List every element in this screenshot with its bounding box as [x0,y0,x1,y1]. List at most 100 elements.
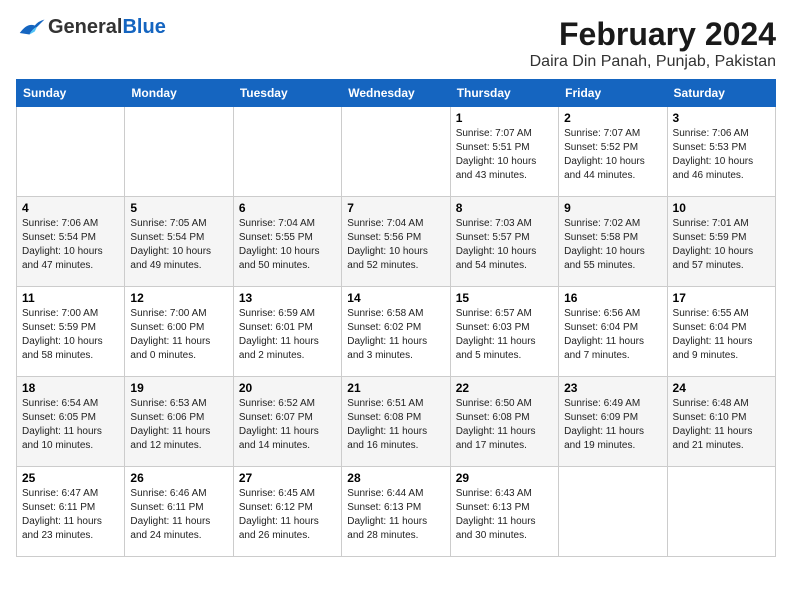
day-number: 11 [22,291,119,305]
calendar-table: SundayMondayTuesdayWednesdayThursdayFrid… [16,79,776,557]
calendar-day-cell: 13 Sunrise: 6:59 AM Sunset: 6:01 PM Dayli… [233,287,341,377]
title-block: February 2024 Daira Din Panah, Punjab, P… [530,16,776,71]
calendar-day-cell: 22Sunrise: 6:50 AM Sunset: 6:08 PM Dayli… [450,377,558,467]
day-info: Sunrise: 6:58 AM Sunset: 6:02 PM Dayligh… [347,307,444,363]
calendar-day-cell: 17 Sunrise: 6:55 AM Sunset: 6:04 PM Dayli… [667,287,775,377]
calendar-day-cell [233,107,341,197]
calendar-header-row: SundayMondayTuesdayWednesdayThursdayFrid… [17,80,776,107]
page-header: GeneralBlue February 2024 Daira Din Pana… [16,16,776,71]
day-number: 12 [130,291,227,305]
calendar-day-cell: 16Sunrise: 6:56 AM Sunset: 6:04 PM Dayli… [559,287,667,377]
day-number: 20 [239,381,336,395]
calendar-day-cell: 21 Sunrise: 6:51 AM Sunset: 6:08 PM Dayli… [342,377,450,467]
calendar-week-row: 25 Sunrise: 6:47 AM Sunset: 6:11 PM Dayli… [17,467,776,557]
calendar-day-cell: 2 Sunrise: 7:07 AM Sunset: 5:52 PM Daylig… [559,107,667,197]
day-number: 5 [130,201,227,215]
day-number: 15 [456,291,553,305]
day-info: Sunrise: 6:52 AM Sunset: 6:07 PM Dayligh… [239,397,336,453]
day-info: Sunrise: 6:55 AM Sunset: 6:04 PM Dayligh… [673,307,770,363]
calendar-week-row: 1 Sunrise: 7:07 AM Sunset: 5:51 PM Daylig… [17,107,776,197]
calendar-column-header: Sunday [17,80,125,107]
day-info: Sunrise: 6:49 AM Sunset: 6:09 PM Dayligh… [564,397,661,453]
day-number: 8 [456,201,553,215]
day-number: 7 [347,201,444,215]
calendar-week-row: 11 Sunrise: 7:00 AM Sunset: 5:59 PM Dayli… [17,287,776,377]
day-number: 22 [456,381,553,395]
day-info: Sunrise: 7:07 AM Sunset: 5:51 PM Dayligh… [456,127,553,183]
calendar-day-cell: 3 Sunrise: 7:06 AM Sunset: 5:53 PM Daylig… [667,107,775,197]
day-info: Sunrise: 6:51 AM Sunset: 6:08 PM Dayligh… [347,397,444,453]
day-info: Sunrise: 6:43 AM Sunset: 6:13 PM Dayligh… [456,487,553,543]
logo: GeneralBlue [16,16,166,38]
day-info: Sunrise: 7:03 AM Sunset: 5:57 PM Dayligh… [456,217,553,273]
calendar-day-cell: 27 Sunrise: 6:45 AM Sunset: 6:12 PM Dayli… [233,467,341,557]
calendar-day-cell [17,107,125,197]
day-number: 24 [673,381,770,395]
day-info: Sunrise: 7:06 AM Sunset: 5:54 PM Dayligh… [22,217,119,273]
calendar-day-cell: 5Sunrise: 7:05 AM Sunset: 5:54 PM Daylig… [125,197,233,287]
day-info: Sunrise: 6:48 AM Sunset: 6:10 PM Dayligh… [673,397,770,453]
day-number: 23 [564,381,661,395]
day-info: Sunrise: 7:01 AM Sunset: 5:59 PM Dayligh… [673,217,770,273]
calendar-week-row: 4Sunrise: 7:06 AM Sunset: 5:54 PM Daylig… [17,197,776,287]
day-number: 28 [347,471,444,485]
day-number: 9 [564,201,661,215]
day-info: Sunrise: 6:59 AM Sunset: 6:01 PM Dayligh… [239,307,336,363]
calendar-column-header: Friday [559,80,667,107]
day-number: 27 [239,471,336,485]
calendar-day-cell: 8 Sunrise: 7:03 AM Sunset: 5:57 PM Daylig… [450,197,558,287]
calendar-day-cell: 11 Sunrise: 7:00 AM Sunset: 5:59 PM Dayli… [17,287,125,377]
calendar-day-cell: 7 Sunrise: 7:04 AM Sunset: 5:56 PM Daylig… [342,197,450,287]
day-info: Sunrise: 6:46 AM Sunset: 6:11 PM Dayligh… [130,487,227,543]
day-number: 17 [673,291,770,305]
day-info: Sunrise: 6:47 AM Sunset: 6:11 PM Dayligh… [22,487,119,543]
day-number: 10 [673,201,770,215]
calendar-day-cell: 24 Sunrise: 6:48 AM Sunset: 6:10 PM Dayli… [667,377,775,467]
day-number: 18 [22,381,119,395]
calendar-day-cell [559,467,667,557]
calendar-day-cell: 19Sunrise: 6:53 AM Sunset: 6:06 PM Dayli… [125,377,233,467]
calendar-week-row: 18 Sunrise: 6:54 AM Sunset: 6:05 PM Dayli… [17,377,776,467]
calendar-column-header: Tuesday [233,80,341,107]
day-number: 26 [130,471,227,485]
day-info: Sunrise: 7:06 AM Sunset: 5:53 PM Dayligh… [673,127,770,183]
day-info: Sunrise: 7:04 AM Sunset: 5:56 PM Dayligh… [347,217,444,273]
day-info: Sunrise: 7:07 AM Sunset: 5:52 PM Dayligh… [564,127,661,183]
day-number: 2 [564,111,661,125]
day-number: 14 [347,291,444,305]
day-info: Sunrise: 7:04 AM Sunset: 5:55 PM Dayligh… [239,217,336,273]
day-info: Sunrise: 7:00 AM Sunset: 6:00 PM Dayligh… [130,307,227,363]
page-title: February 2024 [530,16,776,53]
calendar-day-cell: 23 Sunrise: 6:49 AM Sunset: 6:09 PM Dayli… [559,377,667,467]
day-number: 6 [239,201,336,215]
logo-bird-icon [16,16,46,38]
calendar-day-cell: 1 Sunrise: 7:07 AM Sunset: 5:51 PM Daylig… [450,107,558,197]
calendar-day-cell: 18 Sunrise: 6:54 AM Sunset: 6:05 PM Dayli… [17,377,125,467]
calendar-column-header: Monday [125,80,233,107]
day-number: 29 [456,471,553,485]
logo-general-text: General [48,16,122,38]
day-number: 3 [673,111,770,125]
day-number: 1 [456,111,553,125]
calendar-day-cell: 10 Sunrise: 7:01 AM Sunset: 5:59 PM Dayli… [667,197,775,287]
calendar-day-cell: 28Sunrise: 6:44 AM Sunset: 6:13 PM Dayli… [342,467,450,557]
day-number: 13 [239,291,336,305]
calendar-day-cell: 25 Sunrise: 6:47 AM Sunset: 6:11 PM Dayli… [17,467,125,557]
day-number: 19 [130,381,227,395]
calendar-column-header: Wednesday [342,80,450,107]
day-number: 16 [564,291,661,305]
day-number: 25 [22,471,119,485]
day-info: Sunrise: 6:54 AM Sunset: 6:05 PM Dayligh… [22,397,119,453]
page-subtitle: Daira Din Panah, Punjab, Pakistan [530,53,776,71]
calendar-day-cell [125,107,233,197]
day-info: Sunrise: 6:45 AM Sunset: 6:12 PM Dayligh… [239,487,336,543]
day-info: Sunrise: 7:00 AM Sunset: 5:59 PM Dayligh… [22,307,119,363]
calendar-day-cell: 4Sunrise: 7:06 AM Sunset: 5:54 PM Daylig… [17,197,125,287]
day-number: 21 [347,381,444,395]
calendar-day-cell: 12 Sunrise: 7:00 AM Sunset: 6:00 PM Dayli… [125,287,233,377]
day-info: Sunrise: 6:57 AM Sunset: 6:03 PM Dayligh… [456,307,553,363]
calendar-day-cell [342,107,450,197]
day-info: Sunrise: 7:02 AM Sunset: 5:58 PM Dayligh… [564,217,661,273]
calendar-day-cell: 14 Sunrise: 6:58 AM Sunset: 6:02 PM Dayli… [342,287,450,377]
calendar-day-cell: 9 Sunrise: 7:02 AM Sunset: 5:58 PM Daylig… [559,197,667,287]
